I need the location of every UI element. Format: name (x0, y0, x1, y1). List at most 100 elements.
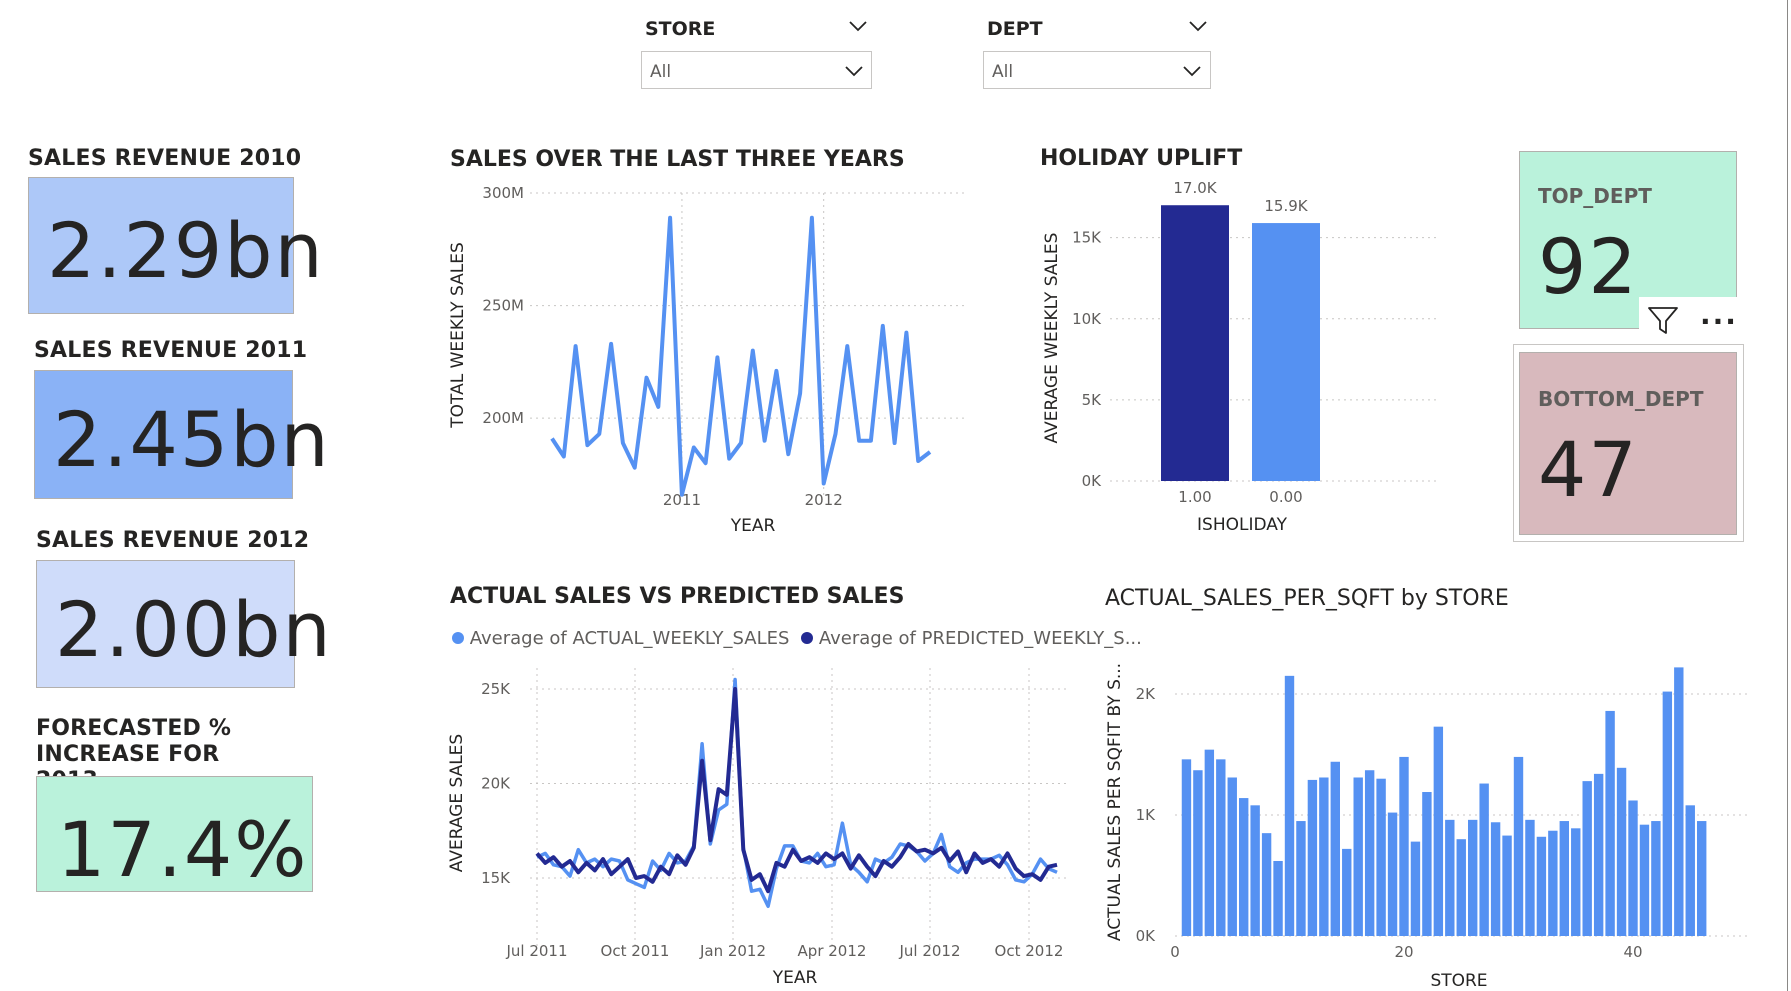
bar (1433, 726, 1444, 936)
sales-per-sqft-chart[interactable]: 0K 1K 2K 0 20 40 STORE ACTUAL SALES PER SQFIT B… (1095, 620, 1755, 991)
bar (1204, 749, 1215, 936)
kpi-card-2010[interactable]: 2.29bn (28, 177, 323, 314)
bar (1616, 767, 1627, 936)
bar (1353, 777, 1363, 936)
bar (1410, 841, 1421, 936)
y-tick-label: 15K (481, 869, 511, 887)
bar (1479, 783, 1489, 936)
bar (1330, 761, 1340, 936)
bar (1252, 223, 1320, 482)
bar (1193, 770, 1203, 936)
bar (1364, 770, 1375, 936)
bar (1628, 800, 1638, 936)
bar (1422, 792, 1432, 936)
y-axis-title: AVERAGE SALES (447, 734, 467, 872)
legend-label-predicted: Average of PREDICTED_WEEKLY_S... (818, 628, 1142, 649)
x-tick-label: 40 (1623, 943, 1642, 961)
bar (1582, 781, 1592, 936)
actual-vs-predicted-chart[interactable]: 15K 20K 25K Jul 2011 Oct 2011 Jan 2012 Apr 201… (440, 660, 1080, 991)
bar (1161, 205, 1229, 481)
slicer-store-dropdown[interactable]: All (641, 51, 872, 89)
chevron-down-icon (1183, 66, 1201, 77)
x-tick-label: Jul 2011 (505, 942, 567, 960)
y-tick-label: 5K (1082, 391, 1103, 409)
bar (1296, 821, 1306, 936)
x-tick-label: Jan 2012 (699, 942, 766, 960)
kpi-card-forecast[interactable]: 17.4% (36, 776, 313, 894)
y-axis-title: ACTUAL SALES PER SQFIT BY S... (1105, 663, 1125, 941)
bar (1571, 828, 1581, 936)
y-tick-label: 0K (1082, 472, 1103, 490)
x-axis-title: ISHOLIDAY (1197, 515, 1288, 535)
y-tick-label: 300M (482, 184, 524, 202)
bar (1273, 860, 1283, 936)
y-tick-label: 25K (481, 680, 511, 698)
legend[interactable]: Average of ACTUAL_WEEKLY_SALES Average o… (452, 628, 1142, 649)
bar (1376, 778, 1386, 936)
data-label: 17.0K (1173, 179, 1217, 197)
y-tick-label: 20K (481, 775, 511, 793)
slicer-dept-dropdown[interactable]: All (983, 51, 1211, 89)
y-tick-label: 2K (1136, 685, 1157, 703)
y-axis-title: AVERAGE WEEKLY SALES (1042, 233, 1062, 444)
more-options-icon[interactable]: ... (1700, 298, 1738, 331)
sales-line-title: SALES OVER THE LAST THREE YEARS (450, 147, 905, 172)
bar (1342, 848, 1352, 936)
kpi-card-2012[interactable]: 2.00bn (36, 560, 331, 688)
kpi-card-2011[interactable]: 2.45bn (34, 370, 329, 499)
x-axis-title: STORE (1430, 971, 1487, 991)
bar (1651, 821, 1661, 936)
y-tick-label: 0K (1136, 927, 1157, 945)
chevron-down-icon[interactable] (849, 20, 867, 32)
bottom-dept-card[interactable]: BOTTOM_DEPT 47 (1519, 352, 1737, 535)
bar (1662, 691, 1673, 936)
kpi-value-forecast: 17.4% (57, 805, 309, 894)
kpi-title-2012: SALES REVENUE 2012 (36, 528, 310, 553)
bar (1548, 830, 1558, 936)
kpi-title-2010: SALES REVENUE 2010 (28, 146, 302, 171)
slicer-dept-value: All (992, 62, 1014, 82)
holiday-title: HOLIDAY UPLIFT (1040, 146, 1243, 171)
legend-label-actual: Average of ACTUAL_WEEKLY_SALES (469, 628, 790, 649)
x-tick-label: 0.00 (1269, 488, 1302, 506)
sqft-title: ACTUAL_SALES_PER_SQFT by STORE (1105, 586, 1509, 611)
sales-line-chart[interactable]: 200M250M300M2011 2012YEARTOTAL WEEKLY SAL… (440, 175, 975, 545)
bar (1513, 756, 1524, 936)
bar (1502, 835, 1512, 936)
series-line (550, 215, 932, 497)
top-dept-value: 92 (1538, 222, 1639, 311)
bar (1468, 819, 1478, 936)
x-axis-title: YEAR (730, 516, 776, 536)
bar (1284, 675, 1295, 936)
bar (1319, 777, 1329, 936)
y-axis-title: TOTAL WEEKLY SALES (448, 242, 468, 429)
bar (1399, 756, 1409, 936)
legend-dot-actual (452, 632, 464, 644)
bar (1525, 819, 1535, 936)
y-tick-label: 200M (482, 409, 524, 427)
slicer-dept-title: DEPT (987, 18, 1043, 40)
filter-icon[interactable] (1647, 305, 1679, 335)
kpi-value-2012: 2.00bn (55, 585, 333, 674)
slicer-store-title: STORE (645, 18, 716, 40)
holiday-bar-chart[interactable]: 0K 5K 10K 15K 17.0K 1.00 15.9K 0.00 ISHOLIDAY AVE… (1035, 175, 1445, 545)
kpi-value-2010: 2.29bn (47, 206, 325, 295)
data-label: 15.9K (1264, 197, 1308, 215)
bar (1250, 805, 1260, 936)
bar (1593, 773, 1604, 936)
chevron-down-icon[interactable] (1189, 20, 1207, 32)
y-tick-label: 15K (1072, 229, 1102, 247)
y-tick-label: 1K (1136, 806, 1157, 824)
x-tick-label: Oct 2012 (995, 942, 1064, 960)
x-tick-label: 0 (1170, 943, 1180, 961)
y-tick-label: 250M (482, 297, 524, 315)
legend-dot-predicted (801, 632, 814, 644)
kpi-value-2011: 2.45bn (53, 395, 331, 484)
bar (1559, 821, 1569, 936)
x-tick-label: Apr 2012 (798, 942, 867, 960)
bottom-dept-title: BOTTOM_DEPT (1538, 387, 1704, 411)
x-axis-title: YEAR (772, 968, 818, 988)
chevron-down-icon (845, 66, 863, 77)
bar (1456, 839, 1466, 936)
bar (1697, 821, 1707, 936)
